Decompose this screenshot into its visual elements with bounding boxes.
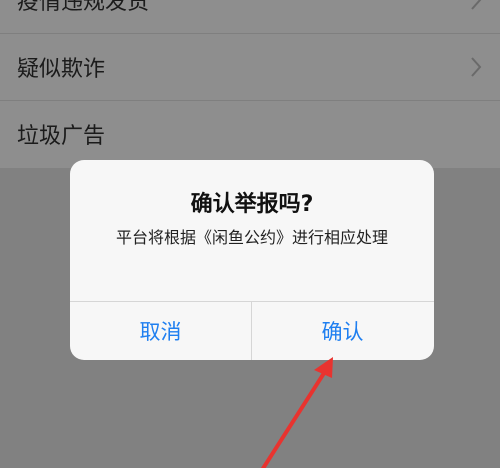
chevron-right-icon bbox=[471, 57, 482, 77]
cancel-button[interactable]: 取消 bbox=[70, 302, 251, 360]
reason-label: 垃圾广告 bbox=[17, 124, 106, 149]
reason-item-spam[interactable]: 垃圾广告 bbox=[0, 101, 500, 167]
chevron-right-icon bbox=[471, 0, 482, 10]
reason-item-epidemic[interactable]: 疫情违规发货 bbox=[0, 0, 500, 34]
reason-label: 疫情违规发货 bbox=[17, 0, 150, 15]
reason-item-fraud[interactable]: 疑似欺诈 bbox=[0, 34, 500, 101]
dialog-message: 平台将根据《闲鱼公约》进行相应处理 bbox=[115, 228, 388, 247]
reason-label: 疑似欺诈 bbox=[17, 57, 106, 82]
report-reason-list: 疫情违规发货 疑似欺诈 垃圾广告 bbox=[0, 0, 500, 168]
confirm-report-dialog: 确认举报吗? 平台将根据《闲鱼公约》进行相应处理 取消 确认 bbox=[70, 160, 434, 360]
confirm-button[interactable]: 确认 bbox=[252, 302, 433, 360]
dialog-title: 确认举报吗? bbox=[190, 192, 314, 217]
